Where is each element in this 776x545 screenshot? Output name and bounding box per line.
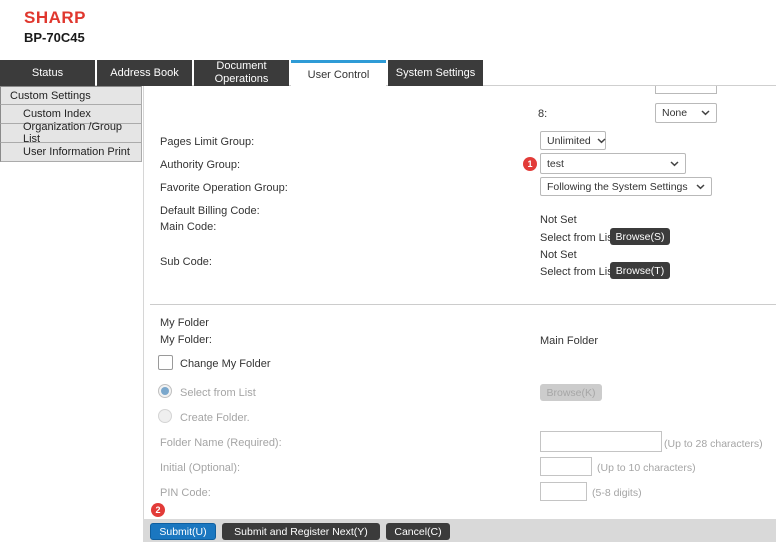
initial-input[interactable] (540, 457, 592, 476)
sharp-logo: SHARP (24, 8, 86, 28)
sub-code-browse-button[interactable]: Browse(T) (610, 262, 670, 279)
default-billing-code-label: Default Billing Code: (160, 205, 260, 217)
select-from-list-radio-label: Select from List (180, 387, 256, 399)
sidebar-item-user-information-print[interactable]: User Information Print (0, 143, 142, 162)
my-folder-browse-button[interactable]: Browse(K) (540, 384, 602, 401)
my-folder-section-title: My Folder (160, 317, 209, 329)
sidebar-item-label: Organization /Group List (23, 121, 141, 145)
select-value: Unlimited (547, 135, 591, 147)
sub-code-select-from-list-label: Select from List (540, 266, 616, 278)
section-divider (150, 304, 776, 305)
sidebar-item-label: User Information Print (23, 146, 130, 158)
my-folder-label: My Folder: (160, 334, 212, 346)
sidebar: Custom Settings › User List Custom Index… (0, 86, 142, 162)
select-from-list-radio[interactable] (158, 384, 172, 398)
select-value: Following the System Settings (547, 181, 688, 193)
sharp-admin-page: SHARP BP-70C45 Status Address Book Docum… (0, 0, 776, 545)
folder-name-input[interactable] (540, 431, 662, 452)
folder-name-hint: (Up to 28 characters) (664, 438, 763, 450)
pin-code-hint: (5-8 digits) (592, 487, 642, 499)
pages-limit-group-select[interactable]: Unlimited (540, 131, 606, 150)
tab-label: User Control (308, 69, 370, 82)
tab-system-settings[interactable]: System Settings (388, 60, 483, 86)
create-folder-radio[interactable] (158, 409, 172, 423)
favorite-operation-group-label: Favorite Operation Group: (160, 182, 288, 194)
favorite-operation-group-select[interactable]: Following the System Settings (540, 177, 712, 196)
main-code-status: Not Set (540, 214, 577, 226)
pin-code-input[interactable] (540, 482, 587, 501)
change-my-folder-checkbox[interactable] (158, 355, 173, 370)
select-index-7-partial[interactable] (655, 86, 717, 94)
index-8-select[interactable]: None (655, 103, 717, 123)
select-value: test (547, 158, 564, 170)
tab-user-control[interactable]: User Control (291, 60, 386, 87)
step-1-badge: 1 (523, 157, 537, 171)
pin-code-label: PIN Code: (160, 487, 211, 499)
my-folder-value: Main Folder (540, 335, 598, 347)
change-my-folder-label: Change My Folder (180, 358, 271, 370)
content-left-border (143, 86, 144, 519)
submit-and-register-next-button[interactable]: Submit and Register Next(Y) (222, 523, 380, 540)
tab-address-book[interactable]: Address Book (97, 60, 192, 86)
index-8-label: 8: (538, 108, 547, 120)
sidebar-header-custom-settings: Custom Settings (0, 86, 142, 105)
chevron-down-icon (696, 184, 705, 190)
initial-hint: (Up to 10 characters) (597, 462, 696, 474)
main-code-browse-button[interactable]: Browse(S) (610, 228, 670, 245)
chevron-down-icon (670, 161, 679, 167)
tab-status[interactable]: Status (0, 60, 95, 86)
device-model: BP-70C45 (24, 30, 85, 45)
authority-group-label: Authority Group: (160, 159, 240, 171)
sub-code-label: Sub Code: (160, 256, 212, 268)
initial-label: Initial (Optional): (160, 462, 240, 474)
sidebar-header-label: Custom Settings (10, 90, 91, 102)
pages-limit-group-label: Pages Limit Group: (160, 136, 254, 148)
authority-group-select[interactable]: test (540, 153, 686, 174)
main-code-label: Main Code: (160, 221, 216, 233)
folder-name-label: Folder Name (Required): (160, 437, 282, 449)
cancel-button[interactable]: Cancel(C) (386, 523, 450, 540)
sidebar-item-organization-group-list[interactable]: Organization /Group List (0, 124, 142, 143)
tab-label: System Settings (396, 67, 475, 80)
step-2-badge: 2 (151, 503, 165, 517)
tab-strip: Status Address Book Document Operations … (0, 60, 776, 86)
chevron-down-icon (701, 110, 710, 116)
radio-dot (161, 387, 169, 395)
sidebar-item-label: Custom Index (23, 108, 91, 120)
tab-document-operations[interactable]: Document Operations (194, 60, 289, 86)
tab-label: Status (32, 67, 63, 80)
submit-button[interactable]: Submit(U) (150, 523, 216, 540)
tab-label: Address Book (110, 67, 178, 80)
chevron-down-icon (597, 138, 606, 144)
select-value: None (662, 107, 687, 119)
sub-code-status: Not Set (540, 249, 577, 261)
main-code-select-from-list-label: Select from List (540, 232, 616, 244)
tab-label: Document Operations (198, 60, 285, 85)
create-folder-radio-label: Create Folder. (180, 412, 250, 424)
